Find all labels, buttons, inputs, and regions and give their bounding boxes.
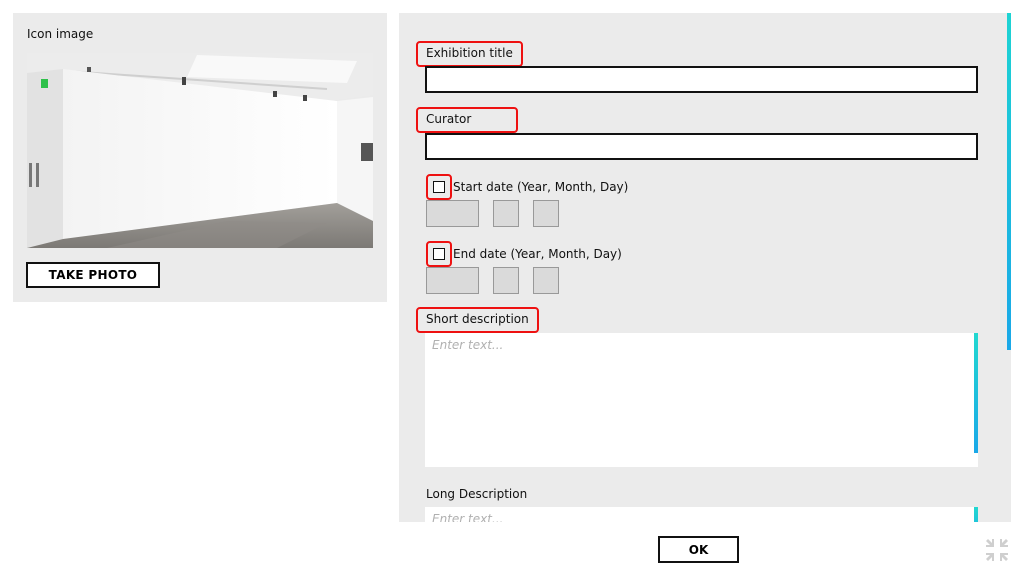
start-day-field[interactable]	[533, 200, 559, 227]
curator-input[interactable]	[425, 133, 978, 160]
end-date-label: End date (Year, Month, Day)	[453, 247, 622, 261]
start-date-checkbox-highlight	[426, 174, 452, 200]
short-description-textarea[interactable]: Enter text...	[425, 333, 978, 467]
short-description-label: Short description	[416, 307, 539, 333]
start-date-label: Start date (Year, Month, Day)	[453, 180, 629, 194]
long-description-textarea[interactable]: Enter text...	[425, 507, 978, 522]
start-year-field[interactable]	[426, 200, 479, 227]
exhibition-form-panel: Exhibition title Curator Start date (Yea…	[399, 13, 1011, 522]
start-date-checkbox[interactable]	[433, 181, 445, 193]
long-description-placeholder: Enter text...	[432, 512, 504, 522]
end-date-checkbox-highlight	[426, 241, 452, 267]
icon-image-panel: Icon image TAKE PHOTO	[13, 13, 387, 302]
collapse-arrows-icon[interactable]	[984, 537, 1010, 563]
long-description-label: Long Description	[426, 487, 528, 501]
end-year-field[interactable]	[426, 267, 479, 294]
exhibition-title-label: Exhibition title	[416, 41, 523, 67]
end-month-field[interactable]	[493, 267, 519, 294]
icon-image-label: Icon image	[27, 27, 94, 41]
end-day-field[interactable]	[533, 267, 559, 294]
curator-label: Curator	[416, 107, 518, 133]
take-photo-button[interactable]: TAKE PHOTO	[26, 262, 160, 288]
short-description-placeholder: Enter text...	[432, 338, 504, 352]
start-month-field[interactable]	[493, 200, 519, 227]
long-description-scrollbar[interactable]	[974, 507, 978, 522]
end-date-checkbox[interactable]	[433, 248, 445, 260]
exhibition-title-input[interactable]	[425, 66, 978, 93]
short-description-scrollbar[interactable]	[974, 333, 978, 453]
form-scrollbar[interactable]	[1007, 13, 1011, 350]
gallery-photo	[27, 53, 373, 248]
ok-button[interactable]: OK	[658, 536, 739, 563]
